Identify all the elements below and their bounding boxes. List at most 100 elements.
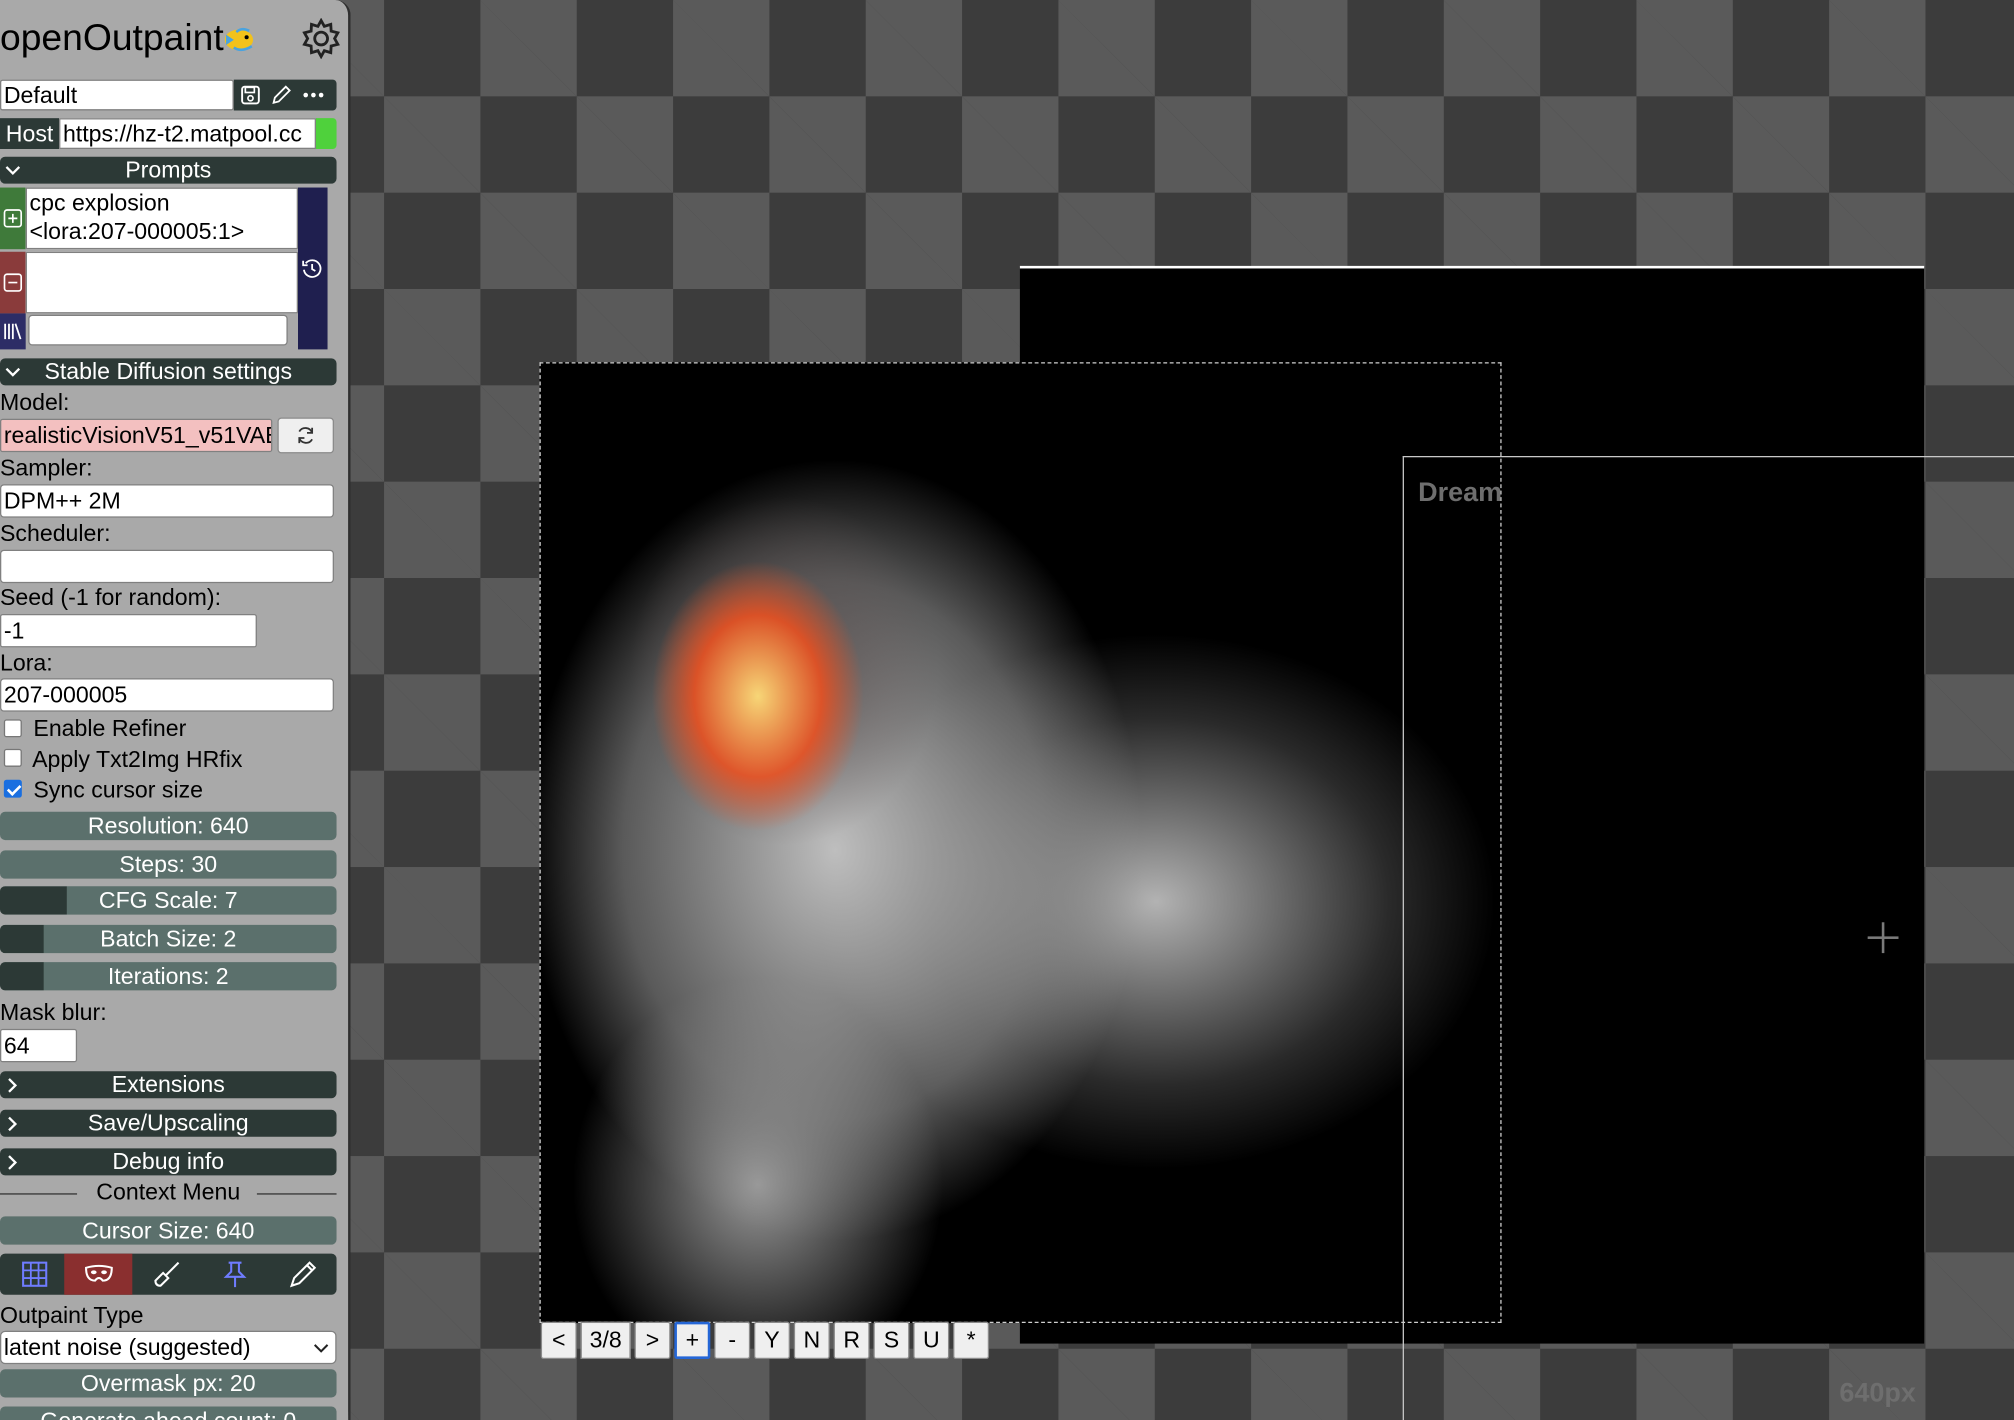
- batch-size-fill: [0, 924, 44, 954]
- divider: [256, 1193, 337, 1195]
- positive-prompt-input[interactable]: cpc explosion <lora:207-000005:1>: [25, 187, 299, 250]
- tool-stamp[interactable]: [200, 1254, 268, 1295]
- chevron-down-icon: [5, 367, 21, 377]
- lora-select[interactable]: 207-000005: [0, 678, 334, 712]
- canvas-region-edge: [1019, 265, 1925, 269]
- settings-sidebar: openOutpaint Default Host https://hz-t2.…: [0, 0, 351, 1420]
- sampler-label: Sampler:: [0, 454, 93, 481]
- more-options-icon[interactable]: [302, 85, 325, 106]
- accept-button[interactable]: Y: [754, 1321, 791, 1360]
- prompts-header-label: Prompts: [125, 156, 212, 183]
- prompt-history-panel[interactable]: [298, 187, 328, 350]
- prompts-section-header[interactable]: Prompts: [0, 156, 337, 184]
- iterations-fill: [0, 962, 44, 991]
- generate-ahead-slider[interactable]: Generate ahead count: 0: [0, 1406, 337, 1420]
- cursor-size-value: Cursor Size: 640: [82, 1217, 255, 1244]
- seed-label: Seed (-1 for random):: [0, 584, 222, 611]
- scheduler-label: Scheduler:: [0, 520, 111, 546]
- steps-slider[interactable]: Steps: 30: [0, 850, 337, 879]
- chevron-right-icon: [8, 1116, 18, 1132]
- debug-label: Debug info: [112, 1148, 225, 1175]
- host-status-indicator: [315, 118, 337, 150]
- enable-refiner-checkbox[interactable]: [3, 719, 22, 738]
- preset-select[interactable]: Default: [0, 79, 234, 111]
- cfg-scale-fill: [0, 886, 68, 915]
- save-button[interactable]: S: [873, 1321, 910, 1360]
- extensions-section-header[interactable]: Extensions: [0, 1071, 337, 1099]
- dream-label: Dream: [1418, 477, 1503, 508]
- cfg-scale-slider[interactable]: CFG Scale: 7: [0, 886, 337, 915]
- add-image-button[interactable]: +: [674, 1321, 711, 1360]
- mask-icon: [84, 1264, 113, 1282]
- cursor-size-label: 640px: [1839, 1378, 1916, 1408]
- positive-prompt-line2: <lora:207-000005:1>: [29, 218, 245, 245]
- selection-box[interactable]: [539, 362, 1502, 1324]
- sampler-select[interactable]: DPM++ 2M: [0, 484, 334, 518]
- reject-button[interactable]: N: [793, 1321, 830, 1360]
- batch-size-slider[interactable]: Batch Size: 2: [0, 924, 337, 954]
- crosshair-icon: [1867, 922, 1899, 954]
- dream-cursor-box[interactable]: [1402, 455, 2014, 1420]
- host-input[interactable]: https://hz-t2.matpool.cc: [59, 118, 316, 150]
- remove-image-button[interactable]: -: [714, 1321, 751, 1360]
- debug-section-header[interactable]: Debug info: [0, 1148, 337, 1176]
- preset-actions: [233, 79, 337, 111]
- host-label: Host: [0, 118, 60, 150]
- grid-icon: [21, 1261, 47, 1287]
- lora-label: Lora:: [0, 649, 53, 676]
- next-image-button[interactable]: >: [634, 1321, 671, 1360]
- chevron-down-icon: [5, 166, 21, 176]
- cfg-scale-value: CFG Scale: 7: [98, 887, 238, 914]
- tool-brush[interactable]: [132, 1254, 200, 1295]
- seed-input[interactable]: -1: [0, 613, 257, 648]
- hrfix-label: Apply Txt2Img HRfix: [32, 746, 243, 772]
- sync-cursor-label: Sync cursor size: [33, 777, 204, 803]
- cursor-size-slider[interactable]: Cursor Size: 640: [0, 1216, 337, 1245]
- resolution-slider[interactable]: Resolution: 640: [0, 811, 337, 841]
- chevron-right-icon: [8, 1155, 18, 1170]
- tool-mask[interactable]: [64, 1253, 133, 1295]
- mask-blur-input[interactable]: 64: [0, 1028, 78, 1063]
- plus-square-icon: [3, 209, 23, 228]
- outpaint-type-label: Outpaint Type: [0, 1302, 144, 1329]
- sync-cursor-checkbox[interactable]: [3, 779, 22, 798]
- negative-prompt-input[interactable]: [25, 251, 299, 314]
- gear-icon[interactable]: [301, 17, 342, 60]
- iterations-slider[interactable]: Iterations: 2: [0, 962, 337, 991]
- chevron-down-icon: [313, 1344, 329, 1353]
- save-preset-icon[interactable]: [240, 85, 261, 106]
- upscale-button[interactable]: U: [913, 1321, 950, 1360]
- model-select[interactable]: realisticVisionV51_v51VAE: [0, 418, 273, 453]
- sd-settings-section-header[interactable]: Stable Diffusion settings: [0, 358, 337, 386]
- hrfix-checkbox[interactable]: [3, 748, 22, 767]
- app-title: openOutpaint: [0, 17, 224, 60]
- sd-settings-header-label: Stable Diffusion settings: [44, 358, 293, 385]
- brush-icon: [153, 1261, 179, 1287]
- prev-image-button[interactable]: <: [540, 1321, 577, 1360]
- resolution-value: Resolution: 640: [87, 813, 249, 839]
- refresh-icon: [298, 427, 314, 444]
- save-upscaling-section-header[interactable]: Save/Upscaling: [0, 1109, 337, 1137]
- tool-dream[interactable]: [0, 1254, 68, 1295]
- batch-size-value: Batch Size: 2: [100, 926, 237, 952]
- tool-select[interactable]: [268, 1254, 336, 1295]
- variation-button[interactable]: *: [953, 1321, 990, 1360]
- fish-logo-icon: [224, 27, 254, 52]
- edit-preset-icon[interactable]: [271, 85, 292, 106]
- steps-value: Steps: 30: [119, 851, 218, 878]
- scheduler-select[interactable]: [0, 549, 334, 584]
- outpaint-type-select[interactable]: latent noise (suggested): [0, 1330, 337, 1365]
- extensions-label: Extensions: [111, 1071, 225, 1097]
- styles-input[interactable]: [28, 314, 288, 346]
- positive-prompt-tag: [0, 187, 26, 250]
- refresh-models-button[interactable]: [277, 417, 334, 454]
- mask-blur-label: Mask blur:: [0, 999, 107, 1026]
- iterations-value: Iterations: 2: [107, 963, 229, 990]
- chevron-right-icon: [8, 1078, 18, 1093]
- overmask-value: Overmask px: 20: [80, 1370, 256, 1397]
- enable-refiner-label: Enable Refiner: [33, 715, 187, 742]
- overmask-slider[interactable]: Overmask px: 20: [0, 1369, 337, 1398]
- retry-button[interactable]: R: [833, 1321, 870, 1360]
- history-icon[interactable]: [301, 257, 324, 280]
- negative-prompt-tag: [0, 251, 26, 314]
